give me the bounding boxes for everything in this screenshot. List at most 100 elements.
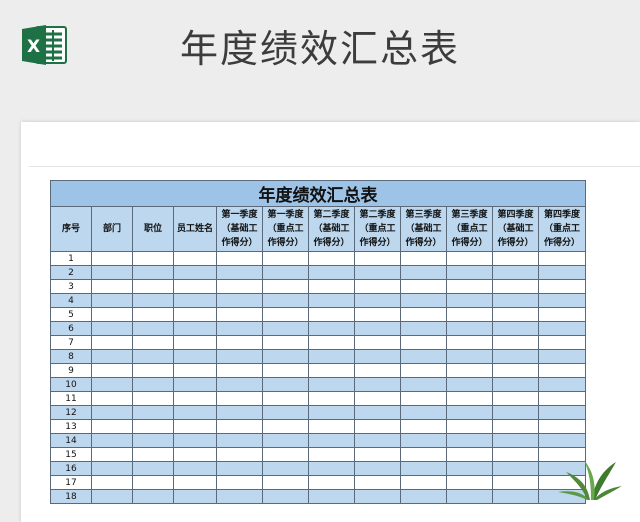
table-cell[interactable] — [308, 405, 355, 420]
table-cell[interactable] — [91, 433, 133, 448]
table-cell[interactable] — [400, 405, 447, 420]
table-cell[interactable] — [132, 391, 174, 406]
table-cell[interactable] — [262, 377, 309, 392]
table-cell[interactable] — [492, 321, 539, 336]
table-cell[interactable] — [132, 251, 174, 266]
table-cell[interactable] — [446, 391, 493, 406]
table-cell[interactable] — [354, 321, 401, 336]
row-number-cell[interactable]: 15 — [50, 447, 92, 462]
table-cell[interactable] — [538, 419, 586, 434]
table-cell[interactable] — [173, 279, 217, 294]
table-cell[interactable] — [492, 363, 539, 378]
table-cell[interactable] — [132, 405, 174, 420]
row-number-cell[interactable]: 6 — [50, 321, 92, 336]
table-cell[interactable] — [216, 279, 263, 294]
table-cell[interactable] — [173, 433, 217, 448]
table-cell[interactable] — [91, 321, 133, 336]
table-cell[interactable] — [400, 475, 447, 490]
column-header[interactable]: 序号 — [50, 206, 92, 252]
table-cell[interactable] — [262, 391, 309, 406]
table-cell[interactable] — [492, 391, 539, 406]
table-cell[interactable] — [173, 251, 217, 266]
row-number-cell[interactable]: 8 — [50, 349, 92, 364]
table-cell[interactable] — [173, 349, 217, 364]
table-cell[interactable] — [216, 433, 263, 448]
table-cell[interactable] — [354, 461, 401, 476]
column-header[interactable]: 第二季度 （基础工 作得分） — [308, 206, 355, 252]
table-cell[interactable] — [400, 433, 447, 448]
row-number-cell[interactable]: 14 — [50, 433, 92, 448]
table-cell[interactable] — [173, 363, 217, 378]
table-cell[interactable] — [262, 265, 309, 280]
table-cell[interactable] — [173, 307, 217, 322]
table-cell[interactable] — [538, 405, 586, 420]
table-cell[interactable] — [446, 447, 493, 462]
table-cell[interactable] — [308, 279, 355, 294]
row-number-cell[interactable]: 11 — [50, 391, 92, 406]
table-cell[interactable] — [262, 307, 309, 322]
table-cell[interactable] — [132, 265, 174, 280]
table-cell[interactable] — [400, 391, 447, 406]
table-cell[interactable] — [354, 447, 401, 462]
column-header[interactable]: 第一季度 （重点工 作得分） — [262, 206, 309, 252]
table-cell[interactable] — [400, 377, 447, 392]
table-cell[interactable] — [492, 349, 539, 364]
table-cell[interactable] — [492, 251, 539, 266]
table-cell[interactable] — [262, 349, 309, 364]
table-cell[interactable] — [354, 419, 401, 434]
table-cell[interactable] — [492, 419, 539, 434]
row-number-cell[interactable]: 2 — [50, 265, 92, 280]
table-cell[interactable] — [446, 251, 493, 266]
table-cell[interactable] — [492, 279, 539, 294]
table-cell[interactable] — [446, 363, 493, 378]
row-number-cell[interactable]: 13 — [50, 419, 92, 434]
table-cell[interactable] — [173, 265, 217, 280]
column-header[interactable]: 第四季度 （基础工 作得分） — [492, 206, 539, 252]
table-cell[interactable] — [262, 321, 309, 336]
table-cell[interactable] — [308, 321, 355, 336]
table-cell[interactable] — [354, 489, 401, 504]
table-cell[interactable] — [91, 265, 133, 280]
table-cell[interactable] — [538, 377, 586, 392]
table-cell[interactable] — [446, 433, 493, 448]
table-cell[interactable] — [354, 335, 401, 350]
table-cell[interactable] — [492, 433, 539, 448]
table-cell[interactable] — [400, 363, 447, 378]
table-cell[interactable] — [132, 293, 174, 308]
table-cell[interactable] — [354, 265, 401, 280]
table-cell[interactable] — [492, 335, 539, 350]
table-cell[interactable] — [492, 265, 539, 280]
table-cell[interactable] — [308, 363, 355, 378]
table-cell[interactable] — [262, 251, 309, 266]
table-cell[interactable] — [216, 377, 263, 392]
table-cell[interactable] — [354, 349, 401, 364]
table-cell[interactable] — [354, 391, 401, 406]
table-cell[interactable] — [308, 307, 355, 322]
table-cell[interactable] — [262, 279, 309, 294]
table-cell[interactable] — [216, 391, 263, 406]
table-cell[interactable] — [308, 265, 355, 280]
table-cell[interactable] — [538, 293, 586, 308]
table-cell[interactable] — [91, 363, 133, 378]
table-cell[interactable] — [308, 335, 355, 350]
table-cell[interactable] — [262, 405, 309, 420]
table-cell[interactable] — [91, 461, 133, 476]
table-cell[interactable] — [173, 377, 217, 392]
table-cell[interactable] — [354, 475, 401, 490]
table-cell[interactable] — [400, 419, 447, 434]
table-cell[interactable] — [132, 363, 174, 378]
table-cell[interactable] — [262, 489, 309, 504]
table-cell[interactable] — [400, 265, 447, 280]
column-header[interactable]: 第一季度 （基础工 作得分） — [216, 206, 263, 252]
table-cell[interactable] — [132, 419, 174, 434]
table-cell[interactable] — [308, 475, 355, 490]
column-header[interactable]: 第三季度 （基础工 作得分） — [400, 206, 447, 252]
table-cell[interactable] — [216, 335, 263, 350]
table-cell[interactable] — [354, 279, 401, 294]
column-header[interactable]: 部门 — [91, 206, 133, 252]
row-number-cell[interactable]: 1 — [50, 251, 92, 266]
table-cell[interactable] — [91, 349, 133, 364]
column-header[interactable]: 第四季度 （重点工 作得分） — [538, 206, 586, 252]
table-cell[interactable] — [216, 265, 263, 280]
table-cell[interactable] — [538, 433, 586, 448]
